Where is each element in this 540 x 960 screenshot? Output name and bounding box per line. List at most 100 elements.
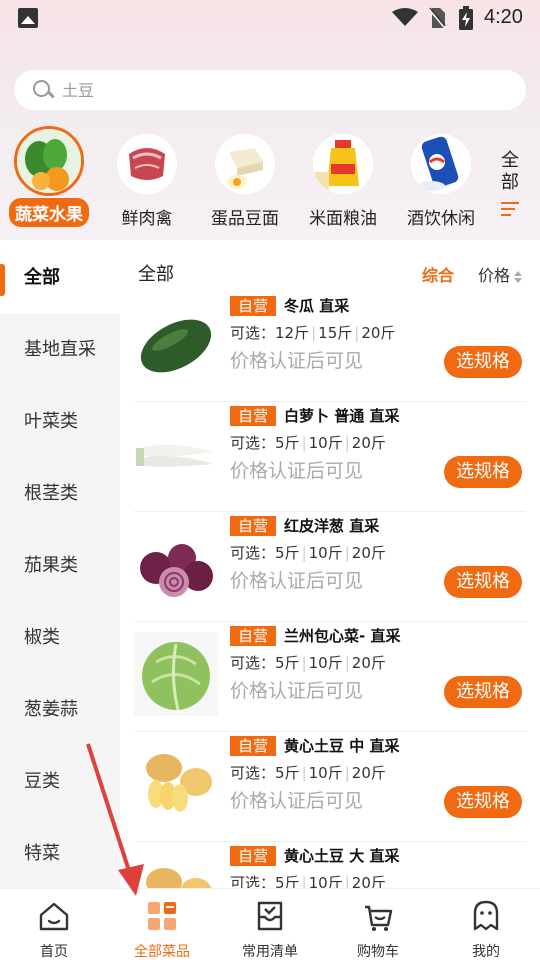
select-spec-button[interactable]: 选规格 xyxy=(444,456,522,488)
category-meat-poultry[interactable]: 鲜肉禽 xyxy=(97,134,197,231)
rice-oil-image xyxy=(313,134,373,194)
category-label: 蔬菜水果 xyxy=(9,198,89,227)
category-label: 鲜肉禽 xyxy=(121,209,173,229)
price-hidden-text: 价格认证后可见 xyxy=(230,350,364,372)
self-operated-tag: 自营 xyxy=(230,296,277,316)
all-categories-label-line1: 全 xyxy=(501,150,519,171)
price-hidden-text: 价格认证后可见 xyxy=(230,680,364,702)
category-drinks-snacks[interactable]: 酒饮休闲 xyxy=(391,134,491,231)
search-bar[interactable] xyxy=(14,70,526,110)
category-label: 米面粮油 xyxy=(309,209,377,229)
self-operated-tag: 自营 xyxy=(230,846,277,866)
select-spec-button[interactable]: 选规格 xyxy=(444,676,522,708)
winter-melon-image xyxy=(134,302,218,386)
potato-image xyxy=(134,742,218,826)
product-name: 黄心土豆 中 直采 xyxy=(284,737,400,755)
self-operated-tag: 自营 xyxy=(230,736,277,756)
select-spec-button[interactable]: 选规格 xyxy=(444,786,522,818)
self-operated-tag: 自营 xyxy=(230,406,277,426)
sidebar-item-beans[interactable]: 豆类 xyxy=(0,746,120,818)
nav-all-dishes[interactable]: 全部菜品 xyxy=(108,889,216,960)
cabbage-image xyxy=(134,632,218,716)
category-eggs-tofu[interactable]: 蛋品豆面 xyxy=(195,134,295,231)
sidebar-item-scallion-ginger-garlic[interactable]: 葱姜蒜 xyxy=(0,674,120,746)
category-rice-noodles-oil[interactable]: 米面粮油 xyxy=(293,134,393,231)
product-item[interactable]: 自营 黄心土豆 中 直采 可选：5斤 | 10斤 | 20斤 价格认证后可见 选规格 xyxy=(134,732,526,842)
home-icon xyxy=(39,902,69,931)
sort-arrows-icon xyxy=(514,270,522,283)
product-name: 兰州包心菜- 直采 xyxy=(284,627,401,645)
gallery-notification-icon xyxy=(18,8,38,28)
nav-label: 全部菜品 xyxy=(134,944,190,960)
price-hidden-text: 价格认证后可见 xyxy=(230,790,364,812)
nav-cart[interactable]: 购物车 xyxy=(324,889,432,960)
sidebar-item-solanaceous[interactable]: 茄果类 xyxy=(0,530,120,602)
nav-label: 购物车 xyxy=(357,944,399,960)
profile-icon xyxy=(473,900,499,931)
price-hidden-text: 价格认证后可见 xyxy=(230,570,364,592)
meat-image xyxy=(117,134,177,194)
product-item[interactable]: 自营 黄心土豆 大 直采 可选：5斤 | 10斤 | 20斤 xyxy=(134,842,526,888)
sidebar-item-all[interactable]: 全部 xyxy=(0,242,120,314)
all-categories-label-line2: 部 xyxy=(501,172,519,193)
sidebar-item-specialty[interactable]: 特菜 xyxy=(0,818,120,888)
product-name: 黄心土豆 大 直采 xyxy=(284,847,400,865)
content-title: 全部 xyxy=(138,264,174,285)
product-spec-options: 可选：12斤 | 15斤 | 20斤 xyxy=(230,324,396,342)
sidebar-item-leafy[interactable]: 叶菜类 xyxy=(0,386,120,458)
self-operated-tag: 自营 xyxy=(230,626,277,646)
nav-label: 首页 xyxy=(40,944,68,960)
main-panel: 全部 基地直采 叶菜类 根茎类 茄果类 椒类 葱姜蒜 豆类 特菜 全部 综合 价… xyxy=(0,242,540,888)
sidebar-item-base-direct[interactable]: 基地直采 xyxy=(0,314,120,386)
product-spec-options: 可选：5斤 | 10斤 | 20斤 xyxy=(230,434,386,452)
nav-profile[interactable]: 我的 xyxy=(432,889,540,960)
no-sim-icon xyxy=(428,7,446,29)
nav-label: 我的 xyxy=(472,944,500,960)
eggs-tofu-image xyxy=(215,134,275,194)
nav-label: 常用清单 xyxy=(242,944,298,960)
sort-price-button[interactable]: 价格 xyxy=(478,262,522,286)
white-radish-image xyxy=(134,412,218,496)
subcategory-sidebar: 全部 基地直采 叶菜类 根茎类 茄果类 椒类 葱姜蒜 豆类 特菜 xyxy=(0,242,120,888)
product-spec-options: 可选：5斤 | 10斤 | 20斤 xyxy=(230,874,386,888)
product-item[interactable]: 自营 兰州包心菜- 直采 可选：5斤 | 10斤 | 20斤 价格认证后可见 选规格 xyxy=(134,622,526,732)
self-operated-tag: 自营 xyxy=(230,516,277,536)
category-strip: 蔬菜水果 鲜肉禽 蛋品豆面 米面粮油 酒饮休闲 全 部 xyxy=(0,124,540,234)
category-grid-icon xyxy=(148,902,176,930)
product-spec-options: 可选：5斤 | 10斤 | 20斤 xyxy=(230,764,386,782)
menu-lines-icon xyxy=(501,202,519,216)
product-spec-options: 可选：5斤 | 10斤 | 20斤 xyxy=(230,654,386,672)
cart-icon xyxy=(365,905,393,931)
nav-frequent-list[interactable]: 常用清单 xyxy=(216,889,324,960)
search-icon xyxy=(32,79,54,101)
status-bar: 4:20 xyxy=(0,0,540,36)
select-spec-button[interactable]: 选规格 xyxy=(444,346,522,378)
vegetables-fruits-image xyxy=(14,126,84,196)
sidebar-item-peppers[interactable]: 椒类 xyxy=(0,602,120,674)
product-item[interactable]: 自营 白萝卜 普通 直采 可选：5斤 | 10斤 | 20斤 价格认证后可见 选规格 xyxy=(134,402,526,512)
potato-large-image xyxy=(134,852,218,888)
red-onion-image xyxy=(134,522,218,606)
nav-home[interactable]: 首页 xyxy=(0,889,108,960)
product-name: 红皮洋葱 直采 xyxy=(284,517,380,535)
sort-comprehensive-button[interactable]: 综合 xyxy=(422,262,454,286)
bottom-navigation: 首页 全部菜品 常用清单 购物车 我的 xyxy=(0,888,540,960)
wifi-icon xyxy=(392,8,418,26)
category-label: 蛋品豆面 xyxy=(211,209,279,229)
search-input[interactable] xyxy=(62,80,462,100)
select-spec-button[interactable]: 选规格 xyxy=(444,566,522,598)
category-label: 酒饮休闲 xyxy=(407,209,475,229)
price-hidden-text: 价格认证后可见 xyxy=(230,460,364,482)
sidebar-item-root[interactable]: 根茎类 xyxy=(0,458,120,530)
all-categories-button[interactable]: 全 部 xyxy=(496,150,524,220)
product-name: 白萝卜 普通 直采 xyxy=(284,407,400,425)
category-vegetables-fruits[interactable]: 蔬菜水果 xyxy=(0,124,99,227)
clock: 4:20 xyxy=(484,6,523,28)
product-item[interactable]: 自营 冬瓜 直采 可选：12斤 | 15斤 | 20斤 价格认证后可见 选规格 xyxy=(134,292,526,402)
list-inbox-icon xyxy=(257,901,283,931)
drinks-image xyxy=(411,134,471,194)
product-spec-options: 可选：5斤 | 10斤 | 20斤 xyxy=(230,544,386,562)
product-name: 冬瓜 直采 xyxy=(284,297,350,315)
content-header: 全部 综合 价格 xyxy=(138,260,528,286)
product-item[interactable]: 自营 红皮洋葱 直采 可选：5斤 | 10斤 | 20斤 价格认证后可见 选规格 xyxy=(134,512,526,622)
